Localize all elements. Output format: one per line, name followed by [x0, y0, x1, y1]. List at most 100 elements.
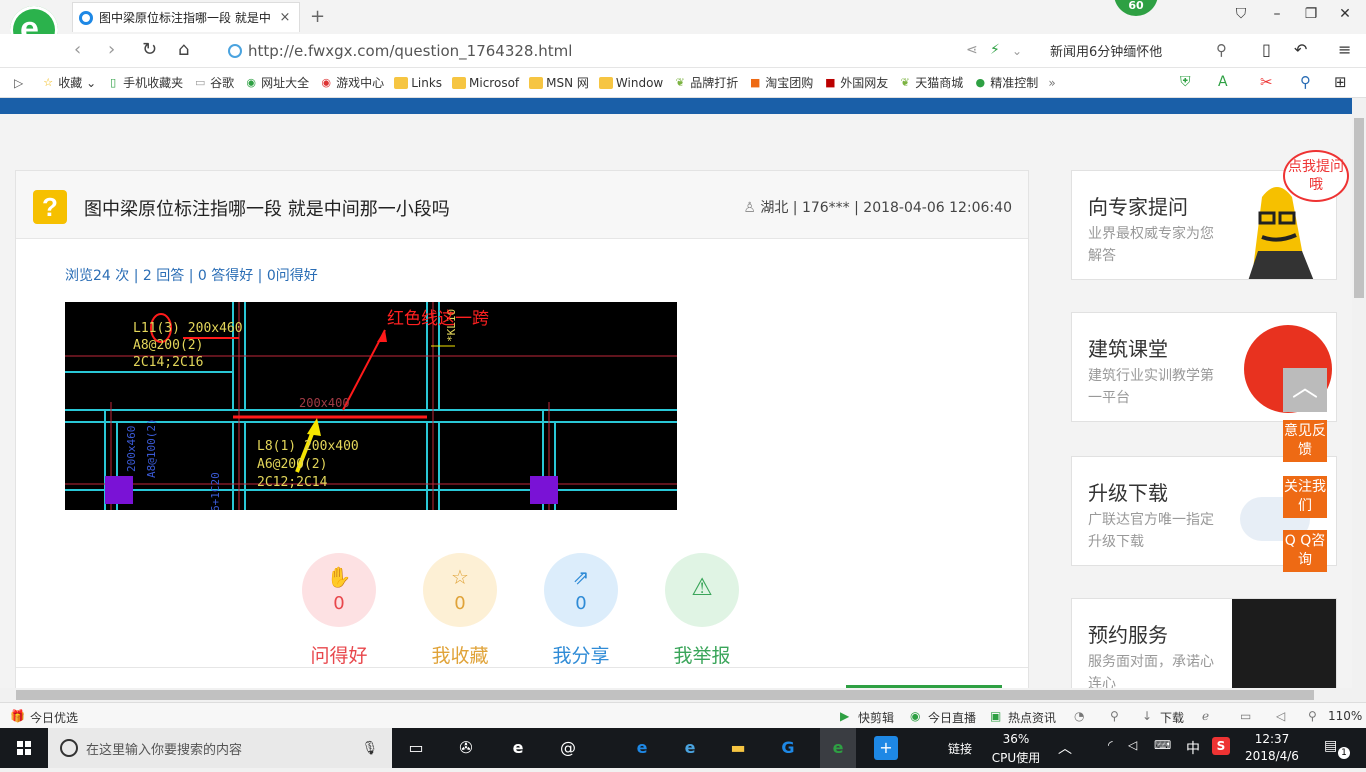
zoom-level[interactable]: 110% — [1328, 709, 1362, 723]
new-tab-button[interactable]: + — [310, 6, 325, 27]
bookmark-nav[interactable]: ◉ 网址大全 — [244, 74, 309, 91]
ie-icon[interactable]: e — [678, 736, 702, 760]
keyboard-icon[interactable]: ⌨ — [1154, 738, 1171, 752]
task-view-icon[interactable]: ▭ — [404, 736, 428, 760]
today-picks-link[interactable]: 今日优选 — [30, 709, 78, 726]
lightning-icon[interactable]: ⚡ — [990, 42, 1000, 58]
start-button[interactable] — [0, 728, 48, 768]
action-label[interactable]: 我分享 — [544, 641, 618, 668]
volume-icon[interactable]: ◁ — [1276, 709, 1285, 723]
status-item-quickcut[interactable]: 快剪辑 — [858, 709, 894, 726]
qq-consult-button[interactable]: Q Q咨询 — [1283, 530, 1327, 572]
bookmark-precise[interactable]: ● 精准控制 — [973, 74, 1038, 91]
action-report[interactable]: ⚠ 我举报 — [665, 553, 739, 668]
action-circle[interactable]: ⇗ 0 — [544, 553, 618, 627]
bookmark-tmall[interactable]: ❦ 天猫商城 — [898, 74, 964, 91]
follow-us-button[interactable]: 关注我们 — [1283, 476, 1327, 518]
status-item-live[interactable]: 今日直播 — [928, 709, 976, 726]
more-bookmarks-icon[interactable]: » — [1048, 76, 1055, 90]
bookmark-games[interactable]: ◉ 游戏中心 — [319, 74, 384, 91]
ime-indicator[interactable]: 中 — [1186, 738, 1200, 758]
wifi-icon[interactable]: ◜ — [1108, 738, 1113, 752]
zoom-icon[interactable]: ⚲ — [1308, 709, 1317, 723]
bookmark-google[interactable]: ▭ 谷歌 — [193, 74, 234, 91]
clock-time[interactable]: 12:37 — [1244, 732, 1300, 746]
restore-icon[interactable]: ❐ — [1298, 6, 1324, 26]
shirt-skin-icon[interactable]: ⛉ — [1228, 6, 1254, 26]
magnifier-icon[interactable]: ⚲ — [1300, 73, 1311, 91]
horizontal-scrollbar[interactable] — [0, 688, 1352, 702]
news-ticker[interactable]: 新闻用6分钟缅怀他 — [1050, 41, 1162, 60]
menu-icon[interactable]: ≡ — [1338, 40, 1351, 59]
close-tab-icon[interactable]: × — [277, 10, 293, 25]
bookmark-favorites[interactable]: ☆ 收藏 ⌄ — [41, 74, 96, 91]
link-label[interactable]: 链接 — [948, 740, 972, 757]
plus-app-icon[interactable]: + — [874, 736, 898, 760]
refresh-icon[interactable]: ↻ — [142, 39, 157, 60]
notification-icon[interactable]: ▤ — [1324, 738, 1337, 754]
active-browser-icon[interactable]: e — [820, 728, 856, 768]
search-icon[interactable]: ⚲ — [1216, 41, 1227, 59]
sogou-ime-icon[interactable]: S — [1212, 737, 1230, 755]
browser-e-icon[interactable]: e — [506, 736, 530, 760]
minimize-icon[interactable]: – — [1264, 6, 1290, 26]
bookmark-microsoft[interactable]: Microsof — [452, 76, 519, 90]
action-label[interactable]: 问得好 — [302, 641, 376, 668]
bookmark-foreign[interactable]: ■ 外国网友 — [823, 74, 888, 91]
question-image[interactable]: L11(3) 200x460 A8@200(2) 2C14;2C16 L8(1)… — [65, 302, 677, 510]
action-label[interactable]: 我举报 — [665, 641, 739, 668]
bookmark-links[interactable]: Links — [394, 76, 442, 90]
action-good-question[interactable]: ✋ 0 问得好 — [302, 553, 376, 668]
speaker-icon[interactable]: ◁ — [1128, 738, 1137, 752]
ask-question-bubble[interactable]: 点我提问哦 — [1283, 150, 1349, 202]
forward-icon[interactable]: › — [108, 39, 115, 60]
fan-app-icon[interactable]: ✇ — [454, 736, 478, 760]
sidebar-card-appointment[interactable]: 预约服务 服务面对面，承诺心连心 — [1071, 598, 1337, 688]
spiral-app-icon[interactable]: @ — [556, 736, 580, 760]
taskbar-search-box[interactable]: 在这里输入你要搜索的内容 🎙 — [48, 728, 392, 768]
action-favorite[interactable]: ☆ 0 我收藏 — [423, 553, 497, 668]
action-circle[interactable]: ⚠ — [665, 553, 739, 627]
pin-icon[interactable]: ⚲ — [1110, 709, 1119, 723]
address-bar[interactable]: http://e.fwxgx.com/question_1764328.html — [220, 38, 1040, 64]
mobile-icon[interactable]: ▯ — [1262, 40, 1271, 59]
home-icon[interactable]: ⌂ — [178, 39, 189, 60]
bookmark-msn[interactable]: MSN 网 — [529, 74, 589, 91]
vertical-scrollbar[interactable] — [1352, 98, 1366, 688]
microphone-icon[interactable]: 🎙 — [361, 741, 378, 756]
file-explorer-icon[interactable]: ▬ — [726, 736, 750, 760]
shield-icon[interactable]: ⛨ — [1180, 74, 1191, 90]
bookmark-mobile[interactable]: ▯ 手机收藏夹 — [106, 74, 183, 91]
action-share[interactable]: ⇗ 0 我分享 — [544, 553, 618, 668]
back-icon[interactable]: ‹ — [74, 39, 81, 60]
sidebar-toggle-icon[interactable]: ▷ — [14, 76, 23, 90]
g-app-icon[interactable]: G — [776, 736, 800, 760]
bookmark-windows[interactable]: Window — [598, 76, 663, 90]
window-icon[interactable]: ▭ — [1240, 709, 1251, 723]
scroll-thumb[interactable] — [1354, 118, 1364, 298]
score-badge[interactable]: 60 — [1114, 0, 1158, 16]
status-item-news[interactable]: 热点资讯 — [1008, 709, 1056, 726]
status-item-download[interactable]: 下载 — [1160, 709, 1184, 726]
url-text[interactable]: http://e.fwxgx.com/question_1764328.html — [248, 42, 572, 60]
clock-date[interactable]: 2018/4/6 — [1244, 749, 1300, 763]
speed-icon[interactable]: ◔ — [1074, 709, 1084, 723]
action-label[interactable]: 我收藏 — [423, 641, 497, 668]
ie-mode-icon[interactable]: ℯ — [1202, 709, 1209, 723]
chevron-down-icon[interactable]: ⌄ — [1012, 44, 1022, 58]
close-window-icon[interactable]: ✕ — [1332, 6, 1358, 26]
action-circle[interactable]: ✋ 0 — [302, 553, 376, 627]
share-icon[interactable]: ⋖ — [966, 42, 978, 58]
bookmark-brand[interactable]: ❦ 品牌打折 — [673, 74, 739, 91]
apps-grid-icon[interactable]: ⊞ — [1334, 73, 1347, 91]
bookmark-taobao[interactable]: ■ 淘宝团购 — [748, 74, 813, 91]
undo-icon[interactable]: ↶ — [1294, 40, 1307, 59]
back-to-top-button[interactable]: ︿ — [1283, 368, 1327, 412]
translate-icon[interactable]: A — [1218, 74, 1228, 90]
feedback-button[interactable]: 意见反馈 — [1283, 420, 1327, 462]
edge-icon[interactable]: e — [630, 736, 654, 760]
scroll-thumb[interactable] — [16, 690, 1314, 700]
question-stats[interactable]: 浏览24 次 | 2 回答 | 0 答得好 | 0问得好 — [65, 265, 318, 285]
tray-expand-icon[interactable]: ︿ — [1058, 738, 1072, 758]
scissors-icon[interactable]: ✂ — [1260, 73, 1273, 91]
